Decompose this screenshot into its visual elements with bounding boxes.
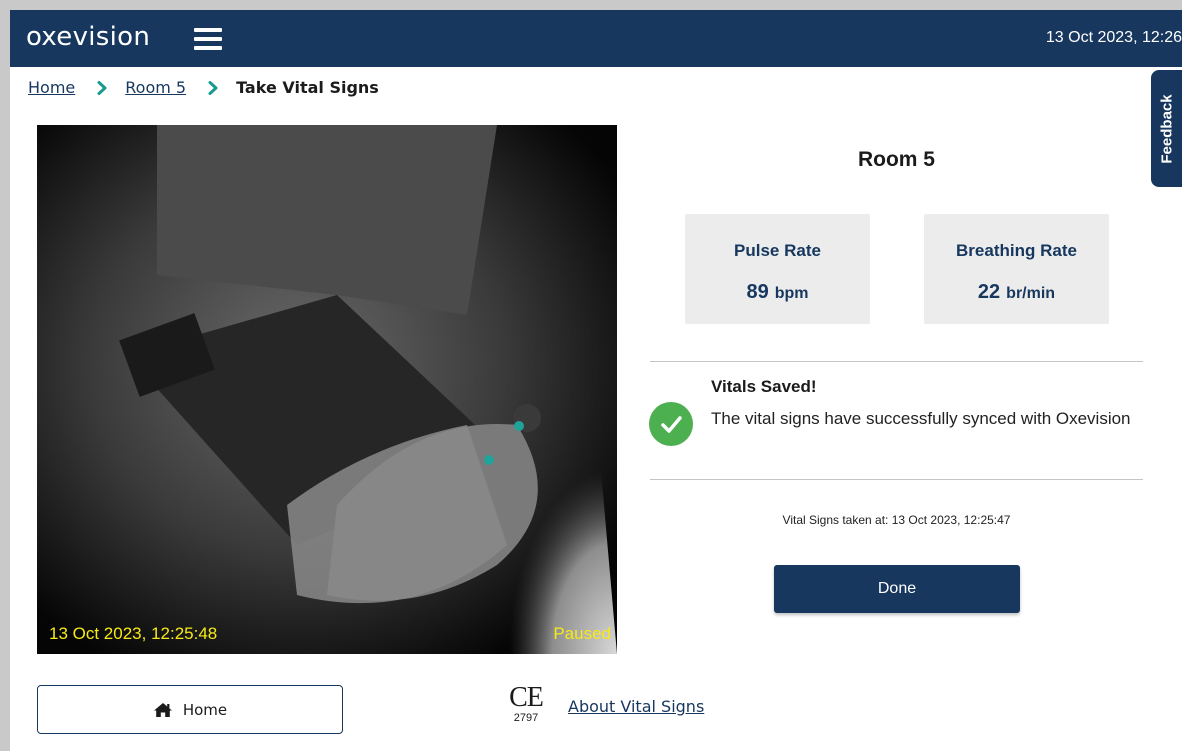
ce-mark: CE 2797 xyxy=(506,684,546,736)
breadcrumb-home-link[interactable]: Home xyxy=(28,78,75,97)
breathing-rate-unit: br/min xyxy=(1006,285,1056,302)
top-navigation-bar: oxevision 13 Oct 2023, 12:26 xyxy=(10,10,1182,67)
check-icon xyxy=(649,402,693,446)
pulse-rate-unit: bpm xyxy=(774,285,809,302)
chevron-right-icon xyxy=(208,80,218,95)
breathing-rate-value: 22 xyxy=(977,281,1001,303)
chevron-right-icon xyxy=(97,80,107,95)
feedback-label: Feedback xyxy=(1158,93,1175,164)
vitals-saved-title: Vitals Saved! xyxy=(711,377,817,396)
current-datetime: 13 Oct 2023, 12:26 xyxy=(1045,29,1182,46)
section-divider xyxy=(650,361,1143,362)
ce-mark-letters: CE xyxy=(509,682,544,713)
breathing-rate-card: Breathing Rate 22 br/min xyxy=(924,214,1109,324)
home-button[interactable]: Home xyxy=(37,685,343,734)
room-title: Room 5 xyxy=(857,148,935,171)
breathing-rate-value-row: 22 br/min xyxy=(924,281,1109,304)
camera-video-feed: 13 Oct 2023, 12:25:48 Paused xyxy=(37,125,617,654)
pulse-rate-card: Pulse Rate 89 bpm xyxy=(685,214,870,324)
window-frame-top xyxy=(0,0,1182,10)
about-vital-signs-link[interactable]: About Vital Signs xyxy=(568,697,704,716)
breadcrumb-current-page: Take Vital Signs xyxy=(236,78,379,97)
pulse-rate-value-row: 89 bpm xyxy=(685,281,870,304)
hamburger-menu-icon[interactable] xyxy=(194,28,222,50)
ce-mark-number: 2797 xyxy=(513,712,539,724)
breadcrumb: Home Room 5 Take Vital Signs xyxy=(28,78,379,97)
pulse-rate-value: 89 xyxy=(746,281,769,303)
brand-logo: oxevision xyxy=(26,22,151,52)
home-icon xyxy=(153,702,172,717)
window-frame-left xyxy=(0,0,10,751)
video-status: Paused xyxy=(553,624,611,643)
breathing-rate-label: Breathing Rate xyxy=(956,241,1077,260)
pulse-rate-label: Pulse Rate xyxy=(734,241,821,260)
camera-snapshot-image xyxy=(37,125,617,654)
vitals-saved-message: The vital signs have successfully synced… xyxy=(711,409,1131,428)
section-divider xyxy=(650,479,1143,480)
done-button[interactable]: Done xyxy=(774,565,1020,613)
home-button-label: Home xyxy=(182,700,228,719)
feedback-tab[interactable]: Feedback xyxy=(1151,70,1182,187)
breadcrumb-room-link[interactable]: Room 5 xyxy=(125,78,186,97)
video-timestamp: 13 Oct 2023, 12:25:48 xyxy=(49,624,218,643)
vitals-taken-at: Vital Signs taken at: 13 Oct 2023, 12:25… xyxy=(782,513,1011,527)
